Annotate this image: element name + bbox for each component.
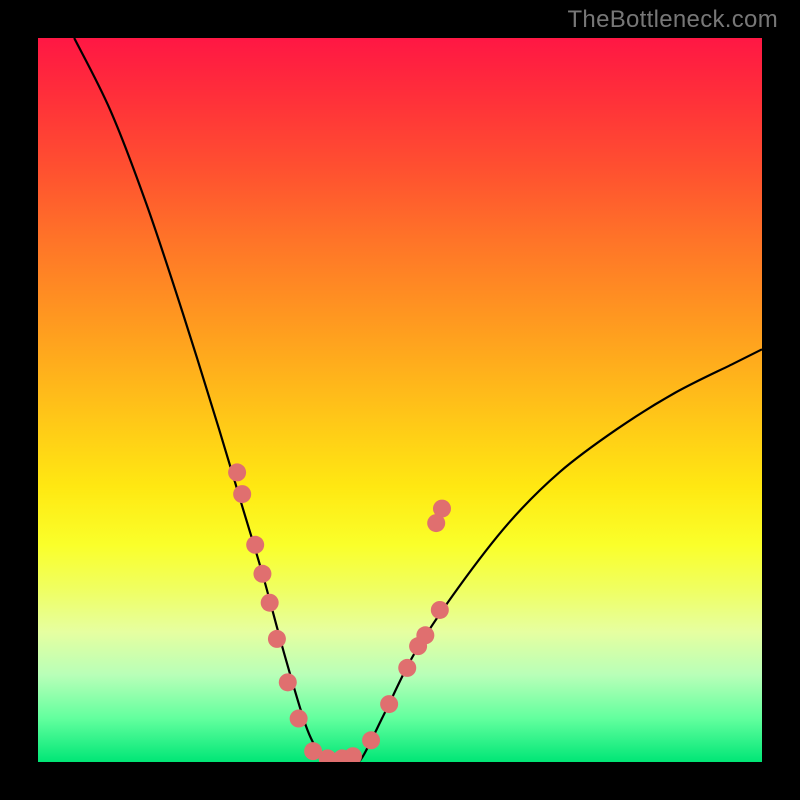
scatter-point <box>233 485 251 503</box>
scatter-point <box>246 536 264 554</box>
scatter-point <box>253 565 271 583</box>
curve-plot <box>38 38 762 762</box>
scatter-points <box>228 463 451 762</box>
scatter-point <box>362 731 380 749</box>
scatter-point <box>261 594 279 612</box>
scatter-point <box>416 626 434 644</box>
watermark-text: TheBottleneck.com <box>567 6 778 34</box>
scatter-point <box>398 659 416 677</box>
scatter-point <box>279 673 297 691</box>
scatter-point <box>380 695 398 713</box>
scatter-point <box>228 463 246 481</box>
scatter-point <box>344 747 362 762</box>
scatter-point <box>290 710 308 728</box>
scatter-point <box>431 601 449 619</box>
chart-frame: TheBottleneck.com <box>0 0 800 800</box>
scatter-point <box>268 630 286 648</box>
scatter-point <box>433 500 451 518</box>
